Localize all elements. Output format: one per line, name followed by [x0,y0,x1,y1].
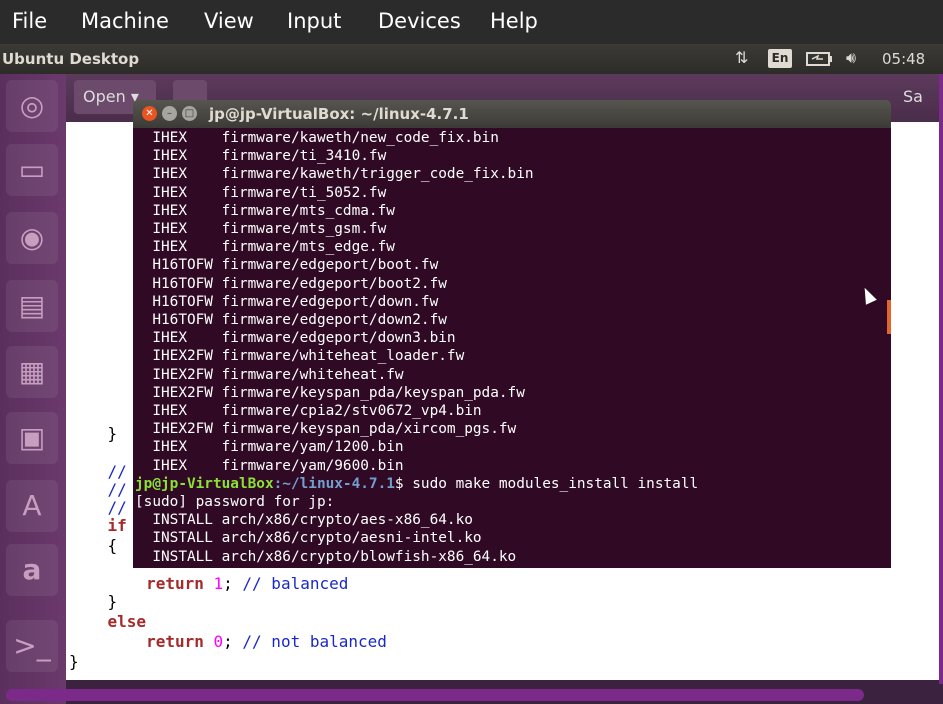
terminal-line: [sudo] password for jp: [135,494,335,510]
terminal-line: IHEX2FW firmware/keyspan_pda/keyspan_pda… [135,384,525,401]
terminal-line: IHEX firmware/yam/1200.bin [135,439,404,456]
firefox-icon[interactable]: ◉ [6,212,58,264]
code-line: return 0; // not balanced [146,632,387,651]
software-center-icon[interactable]: A [6,480,58,532]
terminal-line: INSTALL arch/x86/crypto/aesni-intel.ko [135,530,482,547]
save-button[interactable]: Sa [903,80,943,114]
terminal-titlebar[interactable]: ✕ – □ jp@jp-VirtualBox: ~/linux-4.7.1 [133,100,891,128]
menu-devices[interactable]: Devices [378,9,461,33]
ubuntu-dash-icon[interactable]: ◎ [6,80,58,132]
terminal-icon[interactable]: >_ [6,620,58,672]
amazon-icon[interactable]: a [6,544,58,596]
prompt-path: :~/linux-4.7.1 [273,475,395,492]
battery-icon[interactable] [806,50,834,72]
editor-scroll-marker [887,300,891,334]
terminal-line: IHEX firmware/yam/9600.bin [135,457,404,474]
menu-machine[interactable]: Machine [81,9,169,33]
top-panel: Ubuntu Desktop ⇅ En 🔊︎ 05:48 [0,44,943,74]
terminal-line: IHEX firmware/edgeport/down3.bin [135,330,456,347]
close-icon[interactable]: ✕ [142,106,157,121]
terminal-prompt-line: jp@jp-VirtualBox:~/linux-4.7.1$ sudo mak… [135,475,698,493]
terminal-line: IHEX2FW firmware/whiteheat_loader.fw [135,348,465,365]
code-line: } [69,424,118,443]
keyboard-layout-indicator[interactable]: En [768,49,792,68]
volume-icon[interactable]: 🔊︎ [846,48,856,68]
menu-input[interactable]: Input [287,9,341,33]
minimize-icon[interactable]: – [162,106,177,121]
horizontal-scrollbar[interactable] [6,689,864,701]
code-line: { [69,536,118,555]
code-line: // [69,498,127,517]
maximize-icon[interactable]: □ [182,106,197,121]
terminal-line: INSTALL arch/x86/crypto/aes-x86_64.ko [135,512,473,529]
panel-title: Ubuntu Desktop [2,50,140,68]
terminal-line: INSTALL arch/x86/crypto/blowfish-x86_64.… [135,548,517,565]
writer-icon[interactable]: ▤ [6,280,58,332]
terminal-line: IHEX2FW firmware/keyspan_pda/xircom_pgs.… [135,421,517,438]
terminal-line: IHEX firmware/ti_3410.fw [135,148,387,165]
prompt-command: $ sudo make modules_install install [394,475,699,492]
menu-file[interactable]: File [12,9,47,33]
terminal-line: H16TOFW firmware/edgeport/boot.fw [135,257,439,274]
terminal-line: IHEX firmware/ti_5052.fw [135,184,387,201]
terminal-line: IHEX firmware/kaweth/new_code_fix.bin [135,130,499,146]
code-line: } [69,652,79,671]
code-line: // [69,462,127,481]
code-line: else [69,612,147,631]
terminal-line: IHEX firmware/mts_cdma.fw [135,202,395,219]
terminal-output[interactable]: IHEX firmware/kaweth/new_code_fix.bin IH… [133,128,891,568]
terminal-title: jp@jp-VirtualBox: ~/linux-4.7.1 [209,105,469,123]
menu-view[interactable]: View [204,9,254,33]
calc-icon[interactable]: ▦ [6,346,58,398]
terminal-line: H16TOFW firmware/edgeport/down.fw [135,293,439,310]
terminal-line: H16TOFW firmware/edgeport/boot2.fw [135,275,447,292]
menu-help[interactable]: Help [490,9,538,33]
terminal-line: H16TOFW firmware/edgeport/down2.fw [135,312,447,328]
vertical-scrollbar[interactable] [939,74,943,684]
prompt-user: jp@jp-VirtualBox [135,475,274,492]
host-menu-bar: File Machine View Input Devices Help [0,0,943,44]
code-line: return 1; // balanced [146,574,349,593]
terminal-line: IHEX2FW firmware/whiteheat.fw [135,366,404,383]
code-line: // [69,480,127,499]
network-arrows-icon[interactable]: ⇅ [735,48,748,67]
clock[interactable]: 05:48 [882,50,925,68]
impress-icon[interactable]: ▣ [6,412,58,464]
terminal-line: IHEX firmware/mts_gsm.fw [135,221,387,237]
launcher: ◎ ▭ ◉ ▤ ▦ ▣ A a >_ [0,74,66,704]
terminal-window: ✕ – □ jp@jp-VirtualBox: ~/linux-4.7.1 IH… [133,100,891,570]
terminal-line: IHEX firmware/mts_edge.fw [135,239,395,256]
code-line: if [69,516,127,535]
code-line: } [69,592,118,611]
open-label: Open [83,87,126,106]
terminal-line: IHEX firmware/cpia2/stv0672_vp4.bin [135,403,482,419]
terminal-line: IHEX firmware/kaweth/trigger_code_fix.bi… [135,166,534,183]
files-icon[interactable]: ▭ [6,144,58,196]
